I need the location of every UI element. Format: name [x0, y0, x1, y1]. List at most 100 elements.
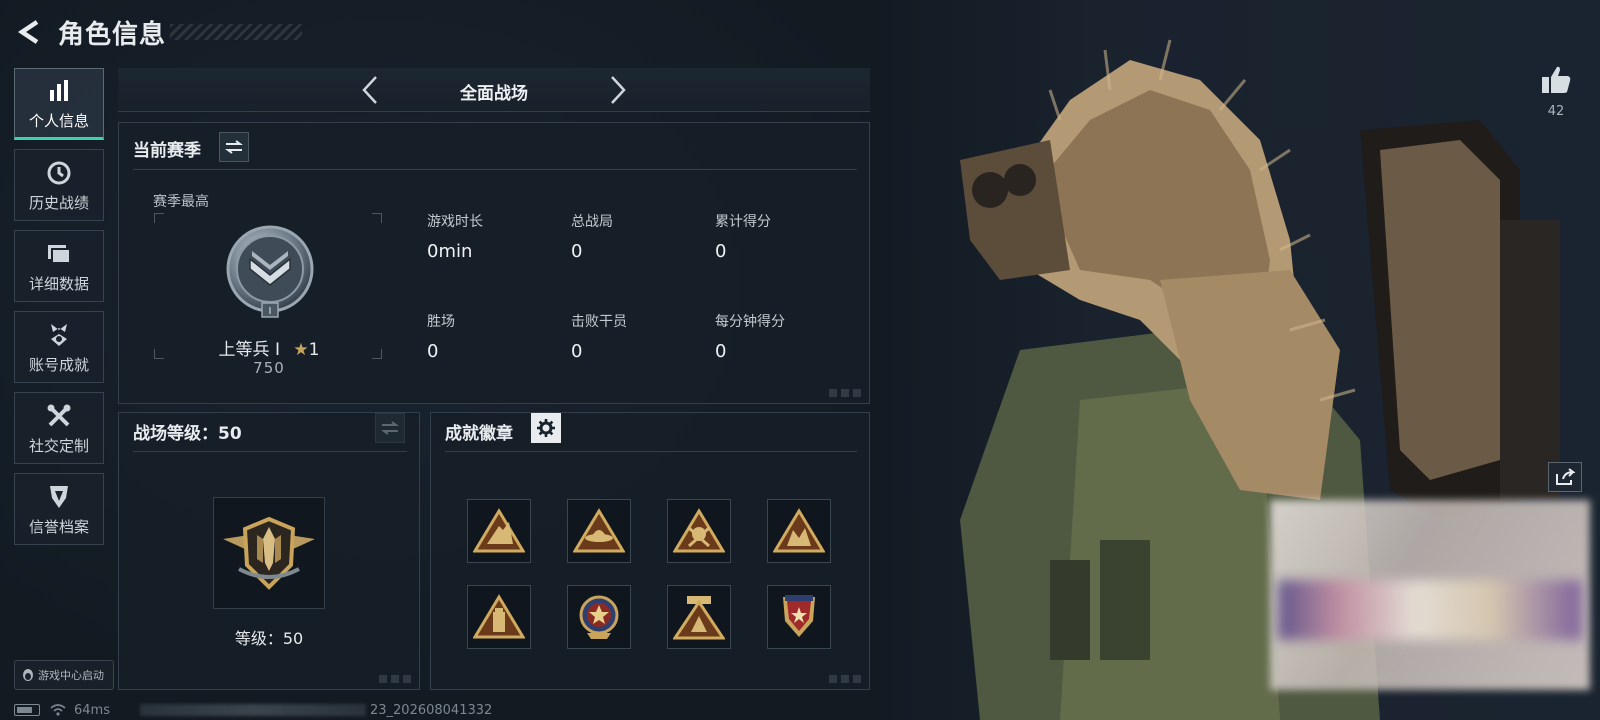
badge-slot-7[interactable] — [667, 585, 731, 649]
penguin-icon — [23, 669, 33, 681]
badge-slot-6[interactable] — [567, 585, 631, 649]
share-icon — [1556, 468, 1575, 485]
triangle-badge-soldiers-icon — [773, 508, 825, 553]
stat-value: 0 — [715, 241, 727, 262]
level-emblem — [223, 516, 315, 590]
swap-icon — [225, 140, 243, 154]
battlefield-level-title: 战场等级：50 — [133, 424, 242, 444]
sidebar-item-achievements[interactable]: 账号成就 — [14, 311, 104, 383]
rank-name-row: 上等兵 Ⅰ ★1 — [119, 335, 419, 360]
panel-corner-decoration — [379, 675, 413, 683]
badge-slot-8[interactable] — [767, 585, 831, 649]
sidebar-item-label: 详细数据 — [28, 274, 89, 293]
level-text: 等级：50 — [234, 629, 304, 648]
share-button[interactable] — [1548, 462, 1582, 492]
stat-value: 0 — [427, 341, 439, 362]
credit-icon — [47, 482, 71, 512]
triangle-badge-emblem-icon — [673, 596, 725, 640]
mode-title: 全面战场 — [460, 84, 528, 104]
blurred-text — [139, 704, 366, 716]
sidebar-item-label: 个人信息 — [28, 111, 89, 130]
rank-emblem: Ⅰ — [226, 225, 314, 318]
mode-selector-bar: 全面战场 — [118, 68, 870, 112]
title-decoration — [170, 24, 302, 40]
stat-label: 每分钟得分 — [715, 314, 785, 330]
level-switch-button[interactable] — [375, 413, 405, 443]
badge-settings-button[interactable] — [531, 413, 561, 443]
stat-label: 总战局 — [571, 214, 613, 230]
panel-divider — [133, 169, 857, 170]
panel-corner-decoration — [829, 389, 863, 397]
folders-icon — [46, 239, 72, 269]
back-button[interactable] — [14, 16, 46, 48]
swap-icon — [381, 421, 399, 435]
page-header: 角色信息 — [14, 14, 166, 50]
rank-stars: 1 — [308, 340, 320, 360]
stat-operators-defeated: 击败干员 0 — [571, 311, 711, 362]
like-count: 42 — [1547, 104, 1565, 119]
stat-wins: 胜场 0 — [427, 311, 567, 362]
sidebar: 个人信息 历史战绩 详细数据 账号成就 社交定制 信誉档案 — [14, 68, 106, 554]
stat-label: 累计得分 — [715, 214, 771, 230]
star-medal-badge-icon — [579, 595, 619, 639]
battery-icon — [14, 704, 40, 716]
sidebar-item-label: 信誉档案 — [28, 517, 89, 536]
status-bar: 64ms 23_202608041332 — [14, 702, 492, 718]
thumbs-up-icon — [1542, 66, 1571, 93]
achievement-icon — [47, 320, 71, 350]
mode-next-button[interactable] — [602, 74, 634, 106]
season-switch-button[interactable] — [219, 132, 249, 162]
panel-divider — [445, 451, 857, 452]
season-best-label: 赛季最高 — [153, 194, 209, 210]
badge-slot-5[interactable] — [467, 585, 531, 649]
page-title: 角色信息 — [58, 19, 167, 50]
tools-icon — [46, 401, 72, 431]
badge-slot-4[interactable] — [767, 499, 831, 563]
badge-slot-2[interactable] — [567, 499, 631, 563]
season-title: 当前赛季 — [133, 141, 201, 161]
sidebar-item-detailed-data[interactable]: 详细数据 — [14, 230, 104, 302]
stat-value: 0min — [427, 241, 473, 262]
sidebar-item-label: 历史战绩 — [28, 193, 89, 212]
bar-chart-icon — [47, 76, 71, 106]
shield-star-badge-icon — [783, 595, 815, 637]
launch-label: 游戏中心启动 — [38, 669, 104, 682]
stat-label: 击败干员 — [571, 314, 627, 330]
blurred-banner — [1278, 580, 1582, 640]
sidebar-item-personal-info[interactable]: 个人信息 — [14, 68, 104, 140]
level-emblem-frame — [213, 497, 325, 609]
session-code: 23_202608041332 — [369, 702, 493, 718]
stat-value: 0 — [715, 341, 727, 362]
ping-value: 64ms — [74, 702, 110, 718]
current-season-panel: 当前赛季 赛季最高 Ⅰ 上等兵 Ⅰ ★1 750 游戏时长 0min 总战局 0… — [118, 122, 870, 404]
sidebar-item-social[interactable]: 社交定制 — [14, 392, 104, 464]
sidebar-item-label: 账号成就 — [28, 355, 89, 374]
stat-value: 0 — [571, 341, 583, 362]
badge-slot-3[interactable] — [667, 499, 731, 563]
rank-points: 750 — [253, 359, 285, 377]
chevron-right-icon — [611, 76, 626, 104]
like-button[interactable] — [1536, 62, 1576, 98]
triangle-badge-hat-icon — [573, 508, 625, 553]
back-arrow-icon — [17, 20, 39, 44]
triangle-badge-rockets-icon — [473, 508, 525, 553]
rank-name: 上等兵 Ⅰ — [218, 340, 280, 360]
stat-total-score: 累计得分 0 — [715, 211, 855, 262]
rank-roman-numeral: Ⅰ — [269, 306, 272, 317]
stat-label: 游戏时长 — [427, 214, 483, 230]
game-center-launch-chip[interactable]: 游戏中心启动 — [14, 660, 114, 690]
sidebar-item-credit[interactable]: 信誉档案 — [14, 473, 104, 545]
triangle-badge-tower-icon — [473, 594, 525, 639]
sidebar-item-history[interactable]: 历史战绩 — [14, 149, 104, 221]
stat-play-time: 游戏时长 0min — [427, 211, 567, 262]
stat-value: 0 — [571, 241, 583, 262]
stat-score-per-minute: 每分钟得分 0 — [715, 311, 855, 362]
panel-divider — [133, 451, 407, 452]
badge-slot-1[interactable] — [467, 499, 531, 563]
history-icon — [46, 158, 72, 188]
star-icon: ★ — [293, 340, 309, 360]
panel-corner-decoration — [829, 675, 863, 683]
achievement-badges-panel: 成就徽章 — [430, 412, 870, 690]
battlefield-level-panel: 战场等级：50 等级：50 — [118, 412, 420, 690]
stat-label: 胜场 — [427, 314, 455, 330]
